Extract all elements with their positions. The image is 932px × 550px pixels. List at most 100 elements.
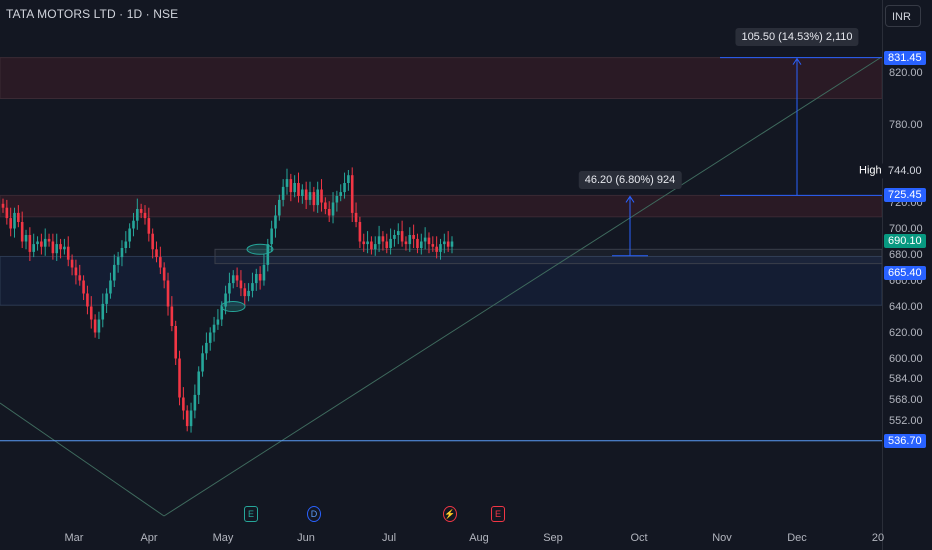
candle	[331, 202, 335, 216]
candle	[396, 231, 400, 235]
candle	[362, 241, 366, 245]
candle	[258, 274, 262, 281]
candle	[450, 241, 454, 247]
candle	[159, 257, 162, 268]
candle	[139, 209, 143, 213]
candle	[343, 183, 346, 193]
candle	[297, 183, 300, 196]
candle	[28, 235, 32, 252]
candle	[178, 358, 181, 398]
candle	[274, 215, 277, 229]
measure-label-short[interactable]: 46.20 (6.80%) 924	[578, 171, 682, 189]
price-tick-label: 568.00	[889, 394, 923, 407]
candle	[239, 280, 243, 289]
candle	[377, 236, 381, 245]
candle	[116, 257, 120, 265]
currency-selector[interactable]: INR	[885, 5, 921, 27]
candle	[78, 275, 82, 281]
dividend-icon[interactable]: D	[307, 506, 321, 522]
candle	[9, 218, 12, 229]
candle	[235, 275, 239, 281]
price-tick-label: 700.00	[889, 222, 923, 235]
candle	[155, 249, 158, 258]
candle	[193, 394, 197, 411]
candle	[151, 233, 154, 250]
price-chart[interactable]	[0, 0, 932, 550]
range-box	[214, 248, 883, 265]
time-tick-label: Mar	[64, 532, 84, 544]
time-tick-label: May	[212, 532, 234, 544]
candle	[254, 274, 258, 284]
time-tick-label: 20	[871, 532, 885, 544]
candle	[208, 332, 212, 343]
candle	[251, 283, 254, 291]
candle	[400, 231, 404, 242]
candle	[101, 303, 105, 320]
candle	[216, 319, 220, 325]
candle	[105, 293, 108, 304]
candle	[304, 189, 308, 200]
candle	[419, 241, 423, 248]
candle	[5, 207, 9, 219]
candle	[120, 248, 124, 258]
candle	[285, 179, 289, 187]
candle	[270, 228, 273, 245]
earnings-icon[interactable]: E	[491, 506, 505, 522]
measure-label-long[interactable]: 105.50 (14.53%) 2,110	[735, 28, 859, 46]
candle	[335, 196, 339, 203]
split-icon[interactable]: ⚡	[443, 506, 457, 522]
candle	[324, 202, 327, 209]
candle	[51, 241, 55, 254]
price-tick-label: 584.00	[889, 373, 923, 386]
candle	[143, 212, 147, 219]
candle	[55, 244, 59, 254]
candle	[162, 267, 166, 281]
candle	[132, 220, 135, 229]
candle	[281, 186, 285, 200]
candle	[112, 264, 116, 281]
candle	[185, 410, 189, 427]
candle	[86, 293, 89, 307]
resistance-zone	[0, 57, 883, 99]
candle	[389, 238, 392, 248]
candle	[59, 244, 62, 250]
candle	[439, 244, 442, 252]
candle	[109, 280, 112, 294]
candle	[47, 238, 51, 242]
time-tick-label: Aug	[469, 532, 489, 544]
candle	[446, 241, 450, 247]
time-tick-label: Dec	[787, 532, 807, 544]
candle	[308, 192, 312, 200]
price-label: 690.10	[884, 234, 926, 249]
symbol-title[interactable]: TATA MOTORS LTD · 1D · NSE	[6, 7, 178, 21]
candle	[201, 353, 204, 372]
candle	[20, 222, 24, 242]
trend-line	[0, 402, 165, 517]
earnings-icon[interactable]: E	[244, 506, 258, 522]
candle	[404, 241, 408, 245]
candle	[174, 326, 177, 359]
candle	[316, 189, 319, 206]
time-tick-label: Apr	[140, 532, 158, 544]
candle	[147, 218, 151, 234]
candle	[128, 228, 131, 242]
price-axis-divider	[882, 0, 883, 550]
candle	[93, 319, 97, 333]
candle	[416, 238, 419, 248]
candle	[347, 175, 350, 183]
candle	[262, 264, 266, 281]
candle	[24, 235, 28, 242]
candle	[408, 235, 412, 245]
candle	[247, 290, 250, 297]
candle	[381, 236, 385, 242]
candle	[443, 241, 446, 245]
candle	[40, 241, 43, 247]
price-label: 725.45	[884, 188, 926, 203]
candle	[435, 246, 438, 252]
candle	[212, 324, 216, 333]
candle	[97, 319, 101, 333]
candle	[231, 275, 235, 284]
price-label: 831.45	[884, 50, 926, 65]
price-label: 665.40	[884, 266, 926, 281]
candle	[339, 192, 343, 196]
